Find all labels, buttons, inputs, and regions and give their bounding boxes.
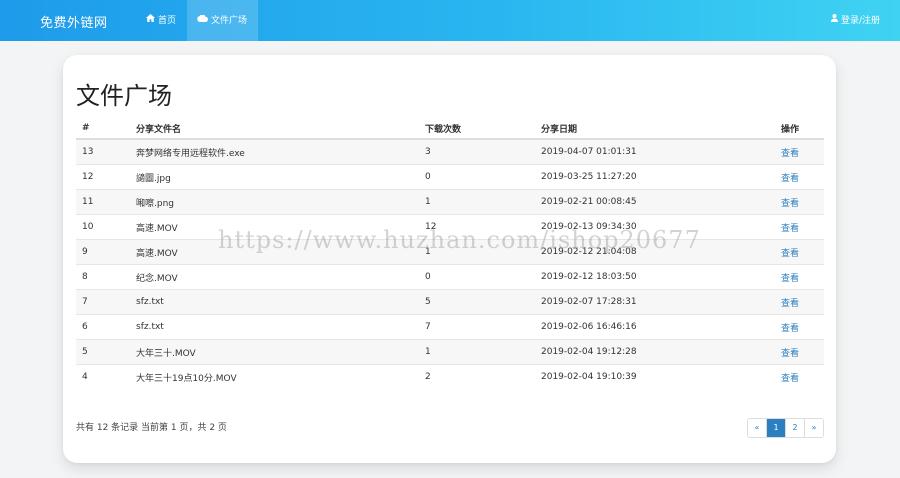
cell-id: 12: [76, 164, 130, 190]
cell-date: 2019-02-12 21:04:08: [535, 239, 775, 265]
cell-file-name: 高速.MOV: [130, 214, 419, 240]
view-link[interactable]: 查看: [781, 174, 799, 184]
cell-id: 10: [76, 214, 130, 240]
cell-id: 11: [76, 189, 130, 215]
prev-page-button[interactable]: «: [748, 419, 766, 437]
view-link[interactable]: 查看: [781, 274, 799, 284]
view-link[interactable]: 查看: [781, 324, 799, 334]
cell-id: 13: [76, 138, 130, 165]
header-id: #: [76, 118, 130, 140]
cell-date: 2019-02-21 00:08:45: [535, 189, 775, 215]
cell-action: 查看: [775, 214, 824, 240]
page-title: 文件广场: [76, 82, 172, 110]
header-action: 操作: [775, 118, 824, 140]
cell-date: 2019-02-07 17:28:31: [535, 289, 775, 315]
cell-downloads: 12: [419, 214, 535, 240]
user-icon: [830, 0, 838, 41]
table-row: 11 啝嚓.png 1 2019-02-21 00:08:45 查看: [76, 189, 824, 215]
cell-date: 2019-02-12 18:03:50: [535, 264, 775, 290]
cell-file-name: 大年三十.MOV: [130, 339, 419, 365]
cell-date: 2019-02-13 09:34:30: [535, 214, 775, 240]
cell-downloads: 3: [419, 138, 535, 165]
cell-action: 查看: [775, 339, 824, 365]
cell-action: 查看: [775, 239, 824, 265]
cell-action: 查看: [775, 289, 824, 315]
record-summary: 共有 12 条记录 当前第 1 页，共 2 页: [76, 423, 227, 433]
cell-action: 查看: [775, 164, 824, 190]
cell-action: 查看: [775, 364, 824, 389]
cell-file-name: 讁圖.jpg: [130, 164, 419, 190]
view-link[interactable]: 查看: [781, 349, 799, 359]
cell-file-name: 高速.MOV: [130, 239, 419, 265]
nav-login-label: 登录/注册: [840, 16, 880, 26]
cell-id: 6: [76, 314, 130, 340]
nav-files-label: 文件广场: [211, 16, 248, 26]
view-link[interactable]: 查看: [781, 374, 799, 384]
file-plaza-card: 文件广场 # 分享文件名 下载次数 分享日期 操作 13 奔梦网络专用远程软件.…: [63, 55, 836, 463]
cell-downloads: 1: [419, 339, 535, 365]
table-row: 6 sfz.txt 7 2019-02-06 16:46:16 查看: [76, 314, 824, 340]
cell-downloads: 1: [419, 189, 535, 215]
cell-date: 2019-02-04 19:10:39: [535, 364, 775, 389]
cell-file-name: 啝嚓.png: [130, 189, 419, 215]
cell-downloads: 0: [419, 264, 535, 290]
view-link[interactable]: 查看: [781, 149, 799, 159]
header-share-date: 分享日期: [535, 118, 775, 140]
view-link[interactable]: 查看: [781, 224, 799, 234]
cell-id: 5: [76, 339, 130, 365]
table-row: 10 高速.MOV 12 2019-02-13 09:34:30 查看: [76, 214, 824, 240]
cell-action: 查看: [775, 189, 824, 215]
top-navbar: 免费外链网 首页 文件广场 登录/注册: [0, 0, 900, 41]
table-row: 9 高速.MOV 1 2019-02-12 21:04:08 查看: [76, 239, 824, 265]
cell-date: 2019-03-25 11:27:20: [535, 164, 775, 190]
cell-action: 查看: [775, 138, 824, 165]
view-link[interactable]: 查看: [781, 199, 799, 209]
cell-file-name: 纪念.MOV: [130, 264, 419, 290]
cell-action: 查看: [775, 314, 824, 340]
pagination: « 1 2 »: [747, 418, 824, 438]
site-brand[interactable]: 免费外链网: [40, 12, 108, 31]
cell-id: 9: [76, 239, 130, 265]
cell-downloads: 0: [419, 164, 535, 190]
nav-login[interactable]: 登录/注册: [821, 0, 890, 41]
home-icon: [146, 0, 155, 41]
cell-action: 查看: [775, 264, 824, 290]
nav-files[interactable]: 文件广场: [187, 0, 258, 41]
cell-downloads: 5: [419, 289, 535, 315]
cell-id: 8: [76, 264, 130, 290]
page-button-1[interactable]: 1: [766, 419, 785, 437]
cell-date: 2019-02-06 16:46:16: [535, 314, 775, 340]
cell-file-name: sfz.txt: [130, 289, 419, 315]
next-page-button[interactable]: »: [804, 419, 823, 437]
cell-date: 2019-04-07 01:01:31: [535, 138, 775, 165]
view-link[interactable]: 查看: [781, 249, 799, 259]
nav-home[interactable]: 首页: [136, 0, 186, 41]
page-button-2[interactable]: 2: [785, 419, 804, 437]
cell-file-name: 大年三十19点10分.MOV: [130, 364, 419, 389]
view-link[interactable]: 查看: [781, 299, 799, 309]
cell-id: 7: [76, 289, 130, 315]
cell-downloads: 2: [419, 364, 535, 389]
cell-file-name: 奔梦网络专用远程软件.exe: [130, 138, 419, 165]
cell-date: 2019-02-04 19:12:28: [535, 339, 775, 365]
cell-file-name: sfz.txt: [130, 314, 419, 340]
cell-downloads: 1: [419, 239, 535, 265]
cloud-icon: [197, 0, 208, 41]
nav-home-label: 首页: [158, 16, 177, 26]
header-downloads: 下载次数: [419, 118, 535, 140]
files-table: # 分享文件名 下载次数 分享日期 操作 13 奔梦网络专用远程软件.exe 3…: [76, 118, 824, 389]
cell-downloads: 7: [419, 314, 535, 340]
cell-id: 4: [76, 364, 130, 389]
header-file-name: 分享文件名: [130, 118, 419, 140]
table-header-row: # 分享文件名 下载次数 分享日期 操作: [76, 118, 824, 140]
table-row: 12 讁圖.jpg 0 2019-03-25 11:27:20 查看: [76, 164, 824, 190]
table-row: 13 奔梦网络专用远程软件.exe 3 2019-04-07 01:01:31 …: [76, 138, 824, 165]
table-row: 5 大年三十.MOV 1 2019-02-04 19:12:28 查看: [76, 339, 824, 365]
table-row: 4 大年三十19点10分.MOV 2 2019-02-04 19:10:39 查…: [76, 364, 824, 389]
table-row: 7 sfz.txt 5 2019-02-07 17:28:31 查看: [76, 289, 824, 315]
table-row: 8 纪念.MOV 0 2019-02-12 18:03:50 查看: [76, 264, 824, 290]
